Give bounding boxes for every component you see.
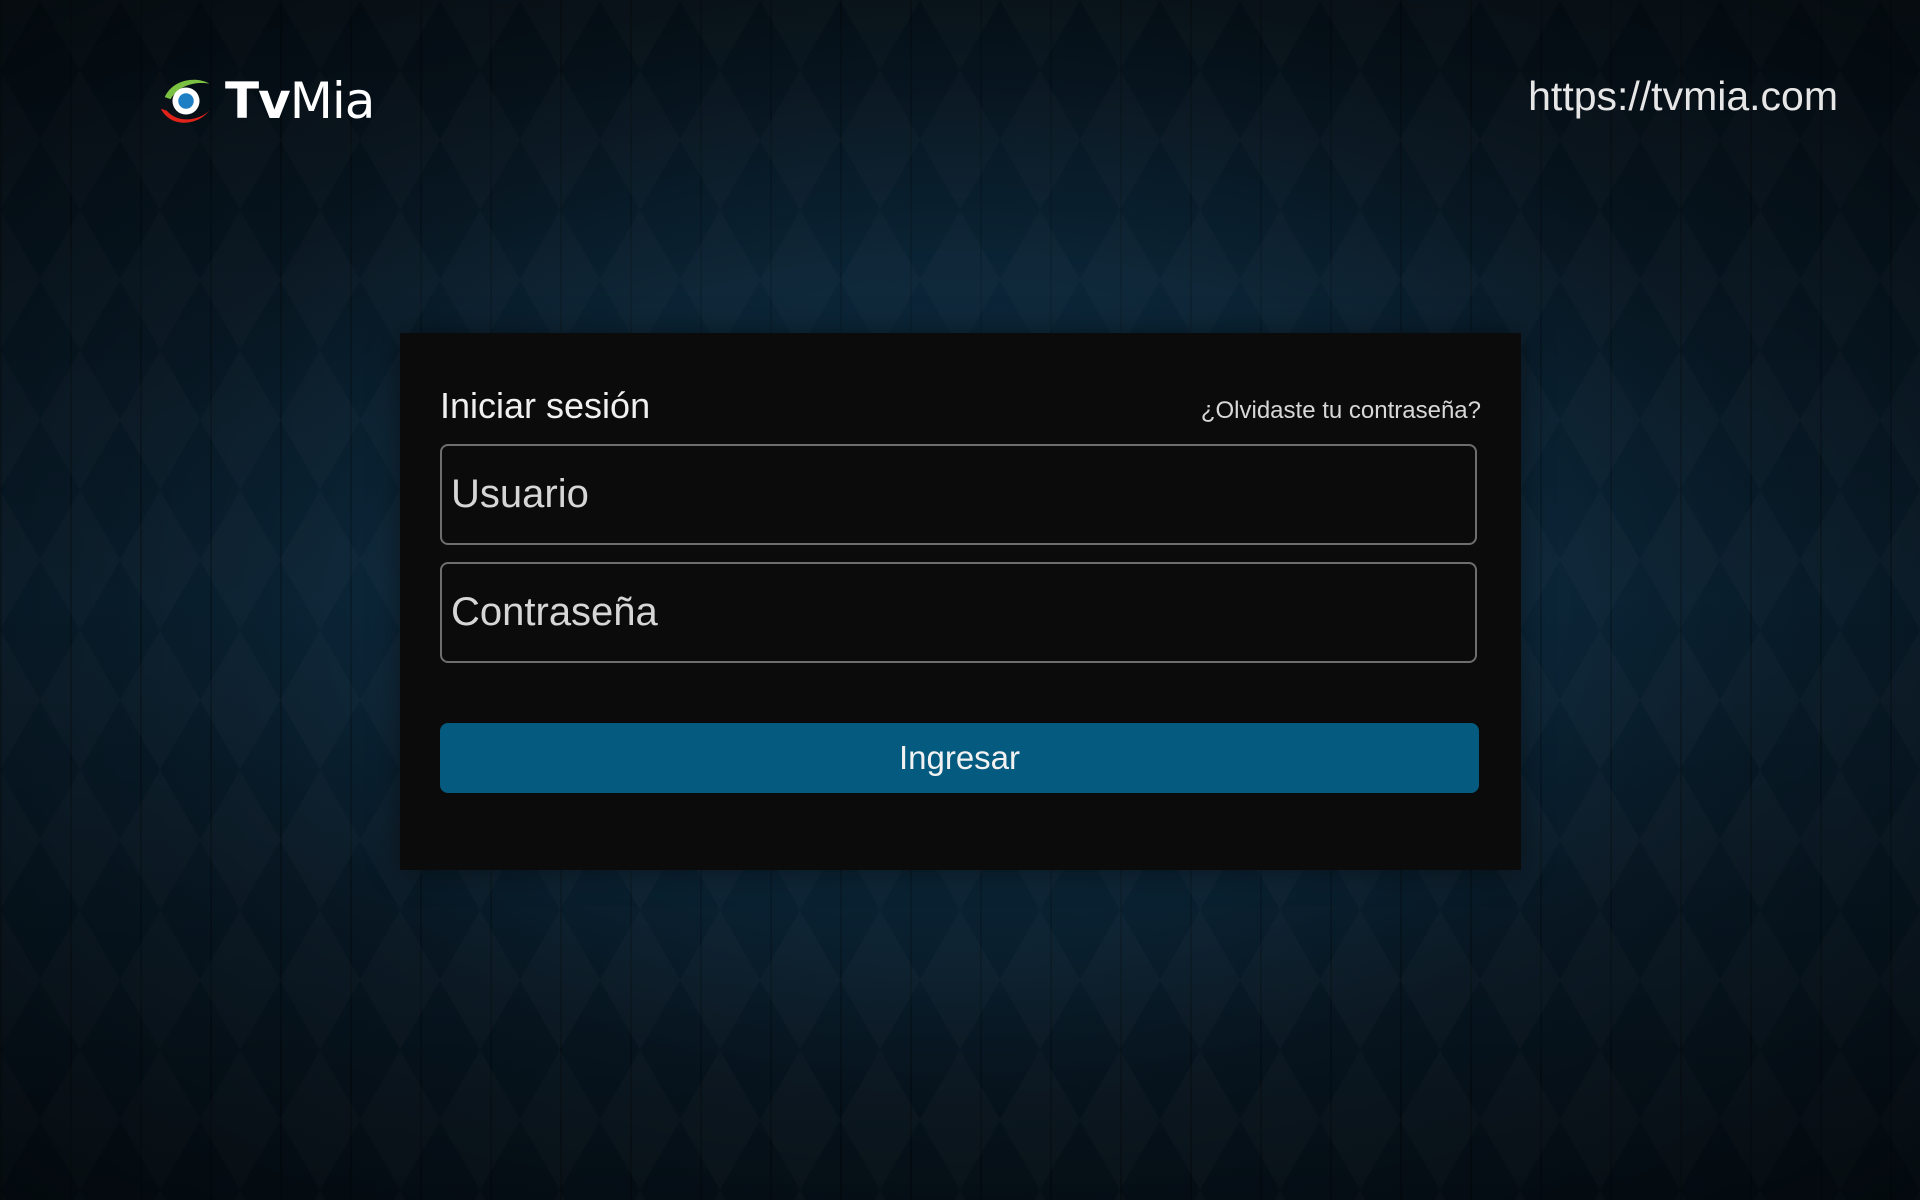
- login-title: Iniciar sesión: [440, 385, 651, 426]
- password-input[interactable]: [440, 562, 1477, 663]
- login-submit-button[interactable]: Ingresar: [440, 723, 1479, 793]
- site-url: https://tvmia.com: [1528, 73, 1838, 119]
- brand-name: TvMia: [225, 76, 375, 126]
- tvmia-eye-logo-icon: [160, 79, 210, 123]
- login-card-header: Iniciar sesión ¿Olvidaste tu contraseña?: [440, 385, 1481, 427]
- brand-name-bold: Tv: [225, 72, 291, 130]
- brand-logo: TvMia: [157, 70, 375, 132]
- login-card: Iniciar sesión ¿Olvidaste tu contraseña?…: [400, 333, 1521, 870]
- brand-name-regular: Mia: [289, 72, 376, 130]
- username-input[interactable]: [440, 444, 1477, 545]
- forgot-password-link[interactable]: ¿Olvidaste tu contraseña?: [1201, 397, 1481, 425]
